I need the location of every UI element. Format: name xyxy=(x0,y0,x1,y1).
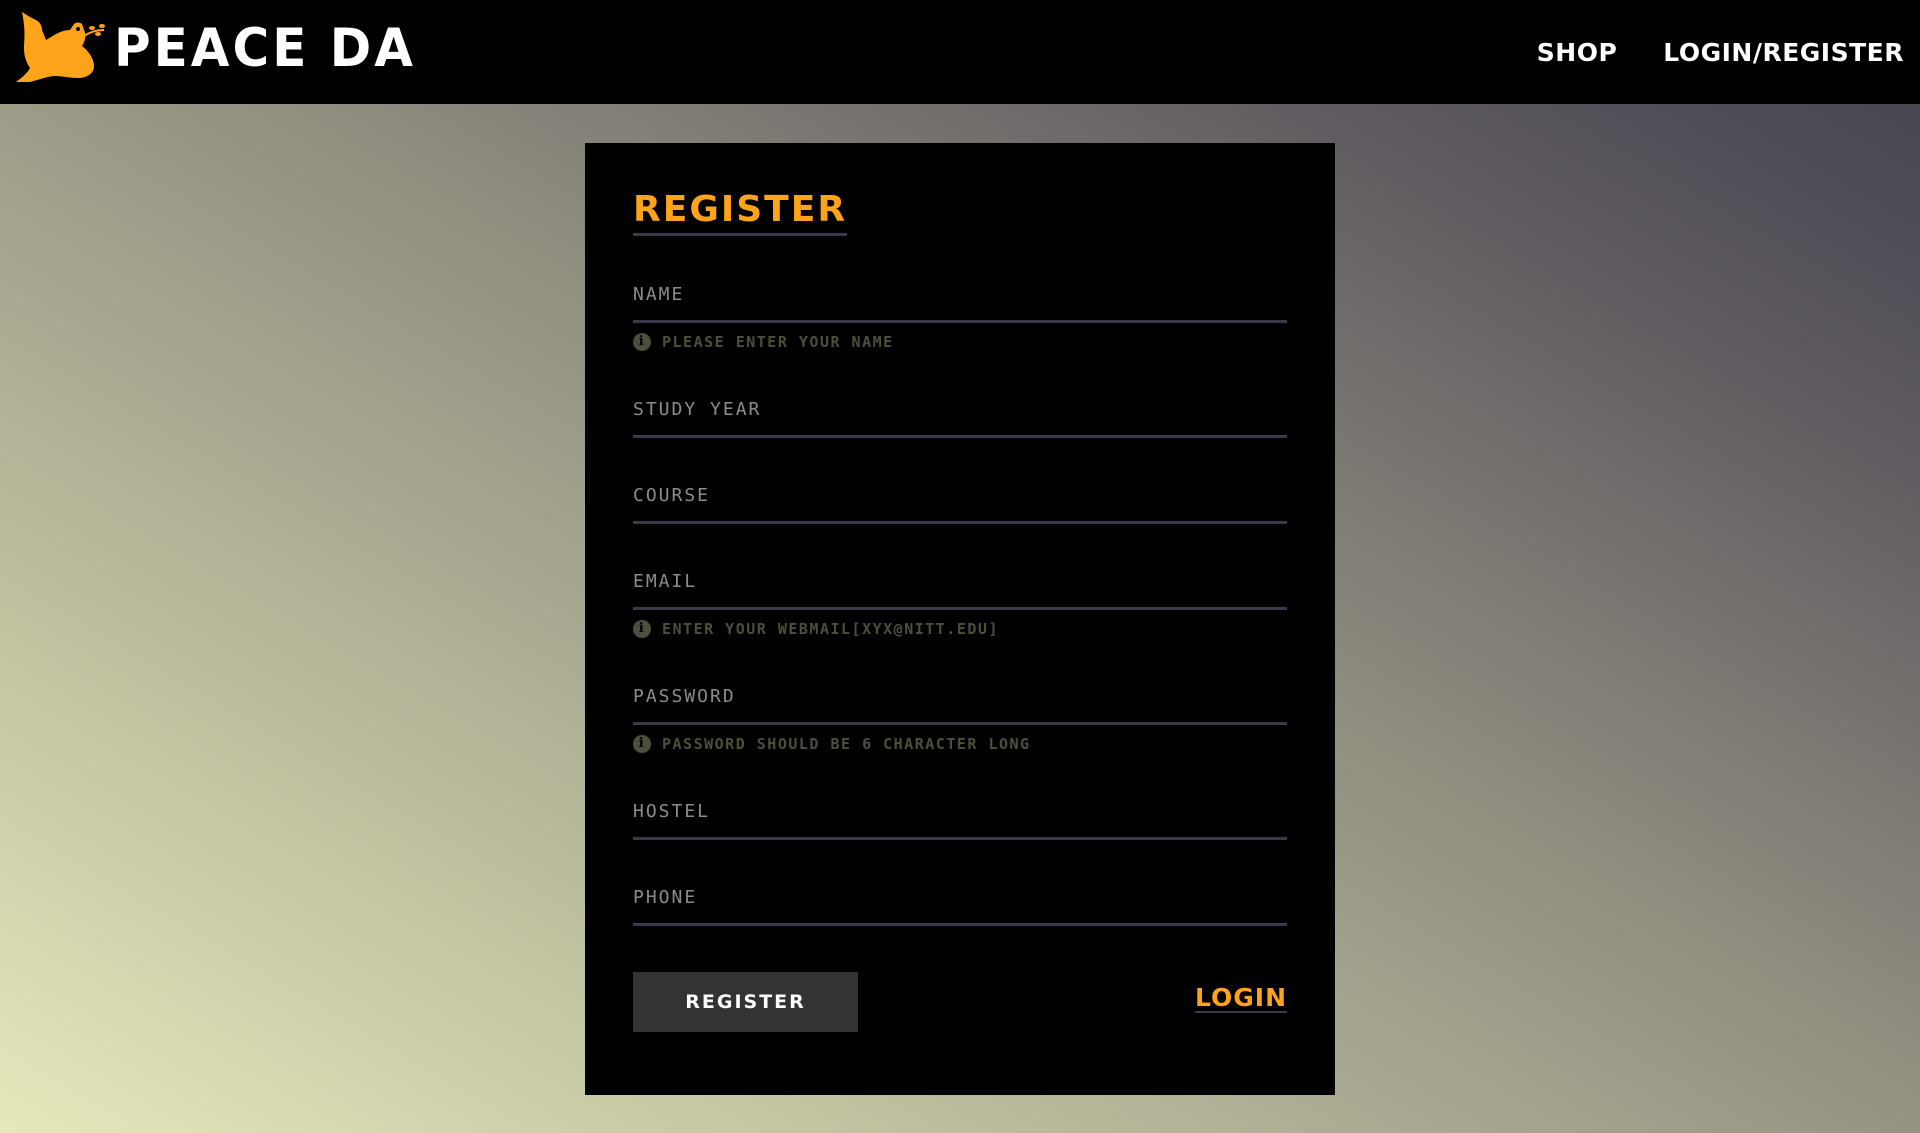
hostel-field-label: HOSTEL xyxy=(633,801,711,822)
name-hint-text: PLEASE ENTER YOUR NAME xyxy=(662,333,894,351)
name-input[interactable] xyxy=(633,310,1287,323)
register-button[interactable]: REGISTER xyxy=(633,972,858,1032)
email-input[interactable] xyxy=(633,597,1287,610)
password-hint: i PASSWORD SHOULD BE 6 CHARACTER LONG xyxy=(633,735,1287,753)
register-card: REGISTER NAME i PLEASE ENTER YOUR NAME S… xyxy=(585,143,1335,1095)
name-field-label: NAME xyxy=(633,284,685,305)
password-hint-text: PASSWORD SHOULD BE 6 CHARACTER LONG xyxy=(662,735,1031,753)
name-hint: i PLEASE ENTER YOUR NAME xyxy=(633,333,1287,351)
email-hint: i ENTER YOUR WEBMAIL[XYX@NITT.EDU] xyxy=(633,620,1287,638)
study-year-field-group: STUDY YEAR xyxy=(633,395,1287,438)
brand-logo-link[interactable]: PEACE DA xyxy=(16,12,416,84)
info-icon: i xyxy=(633,333,651,351)
info-icon: i xyxy=(633,735,651,753)
hostel-input[interactable] xyxy=(633,827,1287,840)
course-input[interactable] xyxy=(633,511,1287,524)
course-field-label: COURSE xyxy=(633,485,711,506)
form-title: REGISTER xyxy=(633,191,848,236)
password-field-group: PASSWORD i PASSWORD SHOULD BE 6 CHARACTE… xyxy=(633,682,1287,753)
navbar: PEACE DA SHOP LOGIN/REGISTER xyxy=(0,0,1920,104)
nav-link-login-register[interactable]: LOGIN/REGISTER xyxy=(1663,38,1904,67)
email-field-group: EMAIL i ENTER YOUR WEBMAIL[XYX@NITT.EDU] xyxy=(633,567,1287,638)
course-field-group: COURSE xyxy=(633,481,1287,524)
phone-input[interactable] xyxy=(633,913,1287,926)
phone-field-label: PHONE xyxy=(633,887,698,908)
email-field-label: EMAIL xyxy=(633,571,698,592)
dove-icon xyxy=(16,12,105,82)
hostel-field-group: HOSTEL xyxy=(633,797,1287,840)
nav-link-shop[interactable]: SHOP xyxy=(1537,38,1618,67)
study-year-field-label: STUDY YEAR xyxy=(633,399,762,420)
nav-menu: SHOP LOGIN/REGISTER xyxy=(1491,0,1904,104)
name-field-group: NAME i PLEASE ENTER YOUR NAME xyxy=(633,280,1287,351)
email-hint-text: ENTER YOUR WEBMAIL[XYX@NITT.EDU] xyxy=(662,620,999,638)
password-field-label: PASSWORD xyxy=(633,686,736,707)
study-year-input[interactable] xyxy=(633,425,1287,438)
phone-field-group: PHONE xyxy=(633,883,1287,926)
login-link[interactable]: LOGIN xyxy=(1194,984,1287,1014)
password-input[interactable] xyxy=(633,712,1287,725)
brand-name: PEACE DA xyxy=(114,17,416,79)
info-icon: i xyxy=(633,620,651,638)
